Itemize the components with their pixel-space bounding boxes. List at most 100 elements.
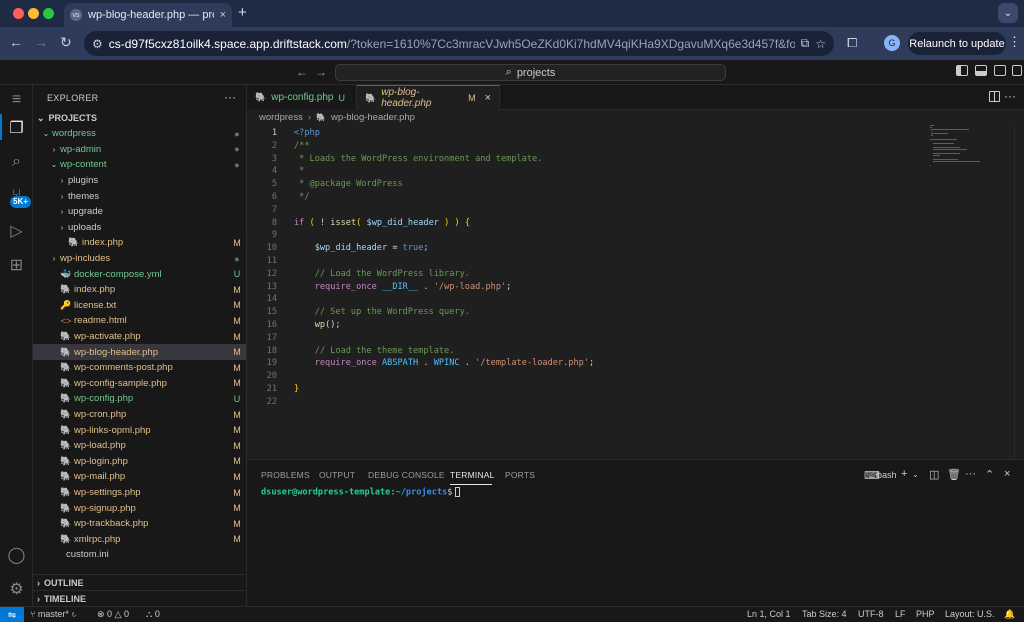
bookmark-star-icon[interactable]: ☆ <box>815 37 826 51</box>
menu-icon[interactable]: ≡ <box>6 89 27 110</box>
tree-item[interactable]: ⌄ wp-content ● <box>33 157 246 173</box>
tab-wp-config[interactable]: 🐘 wp-config.php U <box>247 85 357 110</box>
run-debug-icon[interactable]: ▷ <box>6 220 27 241</box>
install-app-icon[interactable]: ⧉ <box>801 36 810 51</box>
code-line[interactable]: 14 <box>247 293 927 306</box>
code-line[interactable]: 11 <box>247 255 927 268</box>
explorer-more-icon[interactable]: ··· <box>224 90 236 104</box>
tree-item[interactable]: › upgrade <box>33 204 246 220</box>
tree-item[interactable]: custom.ini <box>33 547 246 563</box>
code-lines[interactable]: 1 <?php 2 /** 3 * Loads the WordPress enviro… <box>247 127 927 409</box>
profile-avatar[interactable]: G <box>884 35 900 51</box>
code-line[interactable]: 2 /** <box>247 140 927 153</box>
tree-item[interactable]: 🐘 xmlrpc.php M <box>33 532 246 548</box>
encoding[interactable]: UTF-8 <box>858 609 884 619</box>
tree-item[interactable]: 🐘 wp-activate.php M <box>33 329 246 345</box>
extensions-icon[interactable]: ⧠ <box>847 35 857 51</box>
branch-indicator[interactable]: ⑂ master* ↻ <box>30 609 77 619</box>
notifications-icon[interactable]: 🔔 <box>1004 609 1015 620</box>
browser-menu-icon[interactable]: ⋮ <box>1008 34 1021 50</box>
minimap[interactable] <box>930 125 1010 185</box>
ports-indicator[interactable]: ⛬ 0 <box>146 609 160 620</box>
terminal-output[interactable]: dsuser@wordpress-template:~/projects$ <box>261 487 461 498</box>
accounts-icon[interactable]: ◯ <box>6 544 27 565</box>
tree-item[interactable]: ⌄ wordpress ● <box>33 126 246 142</box>
remote-indicator-icon[interactable]: ⇋ <box>0 607 24 622</box>
tree-item[interactable]: › uploads <box>33 220 246 236</box>
tree-item[interactable]: › plugins <box>33 173 246 189</box>
chevron-down-icon[interactable]: ⌄ <box>912 470 919 479</box>
panel-more-icon[interactable]: ··· <box>965 468 976 480</box>
tree-item[interactable]: 🐘 wp-mail.php M <box>33 469 246 485</box>
code-line[interactable]: 19 require_once ABSPATH . WPINC . '/temp… <box>247 357 927 370</box>
code-line[interactable]: 1 <?php <box>247 127 927 140</box>
code-line[interactable]: 5 * @package WordPress <box>247 178 927 191</box>
window-minimize-button[interactable] <box>28 8 39 19</box>
explorer-icon[interactable]: ❐ <box>6 117 27 138</box>
tree-item[interactable]: 🐘 wp-login.php M <box>33 454 246 470</box>
code-line[interactable]: 12 // Load the WordPress library. <box>247 268 927 281</box>
split-terminal-icon[interactable]: ◫ <box>929 468 939 481</box>
tab-close-icon[interactable]: × <box>220 9 226 21</box>
toggle-sidebar-icon[interactable] <box>956 65 968 76</box>
site-info-icon[interactable]: ⚙ <box>92 37 103 51</box>
tree-item[interactable]: › wp-admin ● <box>33 142 246 158</box>
terminal-shell-label[interactable]: bash <box>877 470 897 480</box>
tab-close-icon[interactable]: × <box>485 92 491 104</box>
timeline-section-header[interactable]: › TIMELINE <box>33 590 247 606</box>
maximize-panel-icon[interactable]: ⌃ <box>985 468 994 481</box>
tree-item[interactable]: 🐘 wp-load.php M <box>33 438 246 454</box>
editor-more-icon[interactable]: ··· <box>1004 89 1016 103</box>
breadcrumb-folder[interactable]: wordpress <box>259 112 303 123</box>
outline-section-header[interactable]: › OUTLINE <box>33 574 247 590</box>
code-line[interactable]: 21} <box>247 383 927 396</box>
split-editor-icon[interactable] <box>989 91 1000 102</box>
relaunch-button[interactable]: Relaunch to update <box>908 32 1006 55</box>
tree-item[interactable]: 🐘 index.php M <box>33 235 246 251</box>
new-tab-button[interactable]: + <box>238 4 247 21</box>
search-view-icon[interactable]: ⌕ <box>6 151 27 172</box>
code-line[interactable]: 16 wp(); <box>247 319 927 332</box>
trash-icon[interactable]: 🗑 <box>947 468 961 481</box>
panel-tab[interactable]: PROBLEMS <box>261 470 310 480</box>
code-line[interactable]: 3 * Loads the WordPress environment and … <box>247 153 927 166</box>
tree-item[interactable]: 🐘 wp-cron.php M <box>33 407 246 423</box>
code-line[interactable]: 9 <box>247 229 927 242</box>
projects-section-header[interactable]: ⌄ PROJECTS <box>33 110 247 126</box>
tab-size[interactable]: Tab Size: 4 <box>802 609 847 619</box>
problems-indicator[interactable]: ⊗ 0 △ 0 <box>97 609 129 620</box>
tree-item[interactable]: › wp-includes ● <box>33 251 246 267</box>
code-line[interactable]: 17 <box>247 332 927 345</box>
tree-item[interactable]: › themes <box>33 188 246 204</box>
window-close-button[interactable] <box>13 8 24 19</box>
go-forward-icon[interactable]: → <box>315 65 327 79</box>
browser-tab[interactable]: vs wp-blog-header.php — projects × <box>64 3 232 27</box>
tree-item[interactable]: 🐘 wp-settings.php M <box>33 485 246 501</box>
forward-icon[interactable]: → <box>34 34 48 50</box>
code-line[interactable]: 7 <box>247 204 927 217</box>
tab-search-button[interactable]: ⌄ <box>998 3 1018 23</box>
tree-item[interactable]: 🐘 wp-config-sample.php M <box>33 376 246 392</box>
panel-tab[interactable]: DEBUG CONSOLE <box>368 470 445 480</box>
breadcrumb-file[interactable]: wp-blog-header.php <box>331 112 415 123</box>
code-line[interactable]: 4 * <box>247 165 927 178</box>
customize-layout-icon[interactable] <box>1012 65 1022 76</box>
tree-item[interactable]: 🐳 docker-compose.yml U <box>33 266 246 282</box>
panel-tab[interactable]: PORTS <box>505 470 535 480</box>
panel-tab[interactable]: TERMINAL <box>450 470 495 480</box>
editor-scrollbar[interactable] <box>1014 125 1024 459</box>
window-maximize-button[interactable] <box>43 8 54 19</box>
extensions-view-icon[interactable]: ⊞ <box>6 254 27 275</box>
tree-item[interactable]: 🐘 index.php M <box>33 282 246 298</box>
close-panel-icon[interactable]: × <box>1004 468 1010 480</box>
tree-item[interactable]: 🐘 wp-config.php U <box>33 391 246 407</box>
tree-item[interactable]: 🐘 wp-trackback.php M <box>33 516 246 532</box>
line-ending[interactable]: LF <box>895 609 906 619</box>
code-line[interactable]: 20 <box>247 370 927 383</box>
code-line[interactable]: 18 // Load the theme template. <box>247 345 927 358</box>
code-line[interactable]: 8 if ( ! isset( $wp_did_header ) ) { <box>247 217 927 230</box>
keyboard-layout[interactable]: Layout: U.S. <box>945 609 995 619</box>
address-bar[interactable]: ⚙ cs-d97f5cxz81oilk4.space.app.driftstac… <box>84 31 834 56</box>
code-line[interactable]: 22 <box>247 396 927 409</box>
new-terminal-icon[interactable]: + <box>901 468 907 480</box>
